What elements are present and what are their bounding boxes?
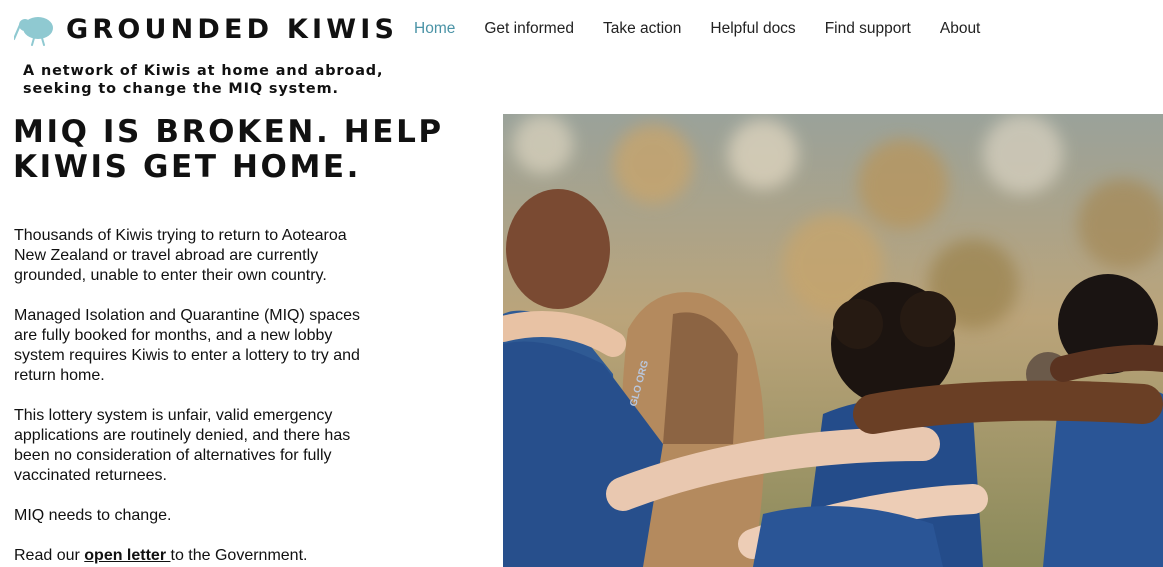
- page-headline: MIQ IS BROKEN. HELP KIWIS GET HOME.: [13, 115, 483, 185]
- paragraph-line: grounded, unable to enter their own coun…: [14, 267, 327, 284]
- kiwi-bird-icon: [14, 17, 53, 46]
- nav-item-home[interactable]: Home: [414, 20, 455, 38]
- paragraph-line: return home.: [14, 367, 105, 384]
- intro-paragraph: This lottery system is unfair, valid eme…: [14, 406, 414, 486]
- paragraph-line: are fully booked for months, and a new l…: [14, 327, 333, 344]
- cta-line: Read our open letter to the Government.: [14, 546, 414, 566]
- intro-text: Thousands of Kiwis trying to return to A…: [14, 226, 414, 567]
- paragraph-line: vaccinated returnees.: [14, 467, 167, 484]
- intro-paragraph: Managed Isolation and Quarantine (MIQ) s…: [14, 306, 414, 386]
- tagline: A network of Kiwis at home and abroad, s…: [23, 62, 413, 98]
- open-letter-link[interactable]: open letter: [84, 547, 170, 564]
- group-hug-photo: GLO ORG: [503, 114, 1163, 567]
- nav-item-take-action[interactable]: Take action: [603, 20, 681, 38]
- paragraph-line: applications are routinely denied, and t…: [14, 427, 351, 444]
- nav-item-find-support[interactable]: Find support: [825, 20, 911, 38]
- nav-item-about[interactable]: About: [940, 20, 981, 38]
- paragraph-line: been no consideration of alternatives fo…: [14, 447, 332, 464]
- cta-prefix: Read our: [14, 547, 85, 564]
- tagline-line: A network of Kiwis at home and abroad,: [23, 63, 384, 79]
- brand-title[interactable]: GROUNDED KIWIS: [66, 14, 398, 45]
- paragraph-line: Managed Isolation and Quarantine (MIQ) s…: [14, 307, 360, 324]
- cta-suffix: to the Government.: [170, 547, 308, 564]
- intro-paragraph: MIQ needs to change.: [14, 506, 414, 526]
- hero-image: GLO ORG: [503, 114, 1163, 567]
- kiwi-logo[interactable]: [14, 14, 56, 46]
- intro-paragraph: Thousands of Kiwis trying to return to A…: [14, 226, 414, 286]
- nav-item-helpful-docs[interactable]: Helpful docs: [710, 20, 795, 38]
- paragraph-line: This lottery system is unfair, valid eme…: [14, 407, 333, 424]
- paragraph-line: MIQ needs to change.: [14, 507, 172, 524]
- headline-line: MIQ IS BROKEN. HELP: [13, 114, 444, 150]
- nav-item-get-informed[interactable]: Get informed: [484, 20, 574, 38]
- paragraph-line: Thousands of Kiwis trying to return to A…: [14, 227, 347, 244]
- paragraph-line: New Zealand or travel abroad are current…: [14, 247, 319, 264]
- main-nav: Home Get informed Take action Helpful do…: [414, 20, 1009, 38]
- headline-line: KIWIS GET HOME.: [13, 149, 362, 185]
- cta-paragraph: Read our open letter to the Government.: [14, 546, 414, 566]
- paragraph-line: system requires Kiwis to enter a lottery…: [14, 347, 360, 364]
- tagline-line: seeking to change the MIQ system.: [23, 81, 339, 97]
